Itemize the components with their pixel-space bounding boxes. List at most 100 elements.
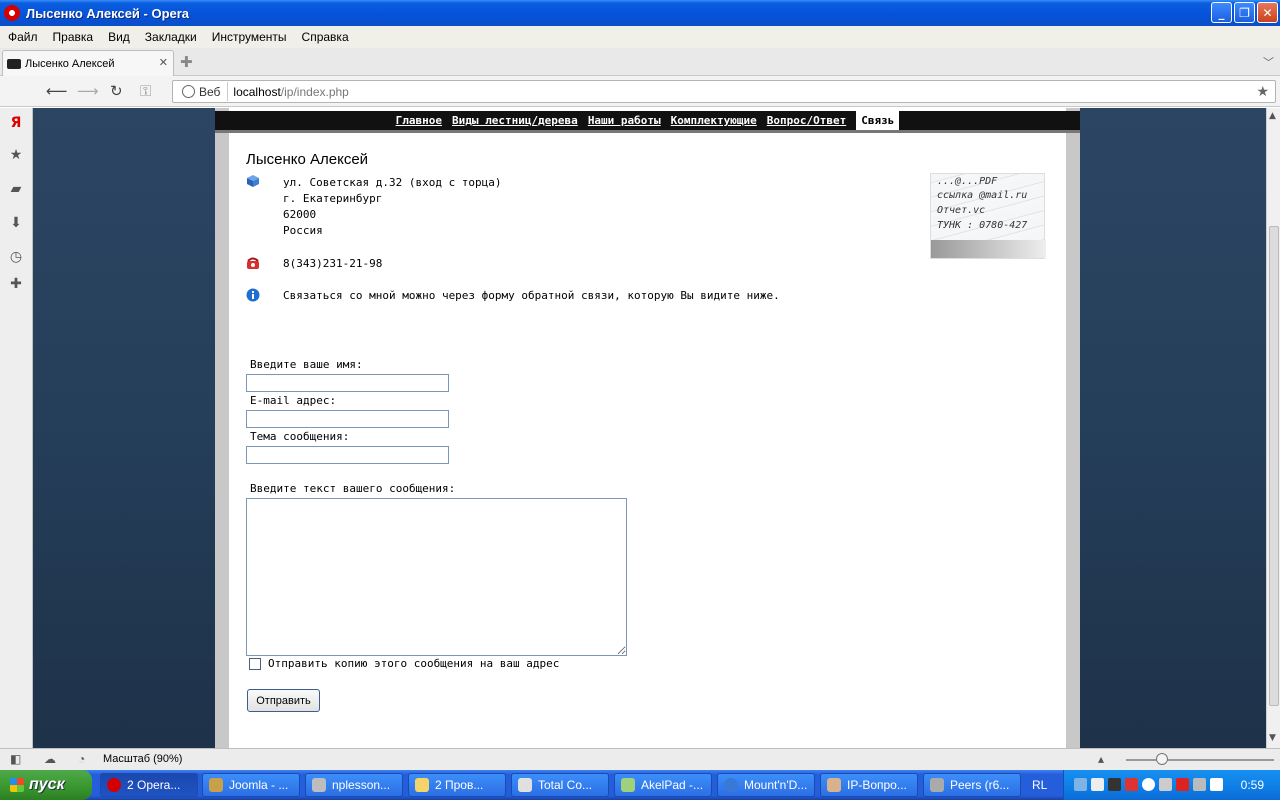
taskbar-button[interactable]: Joomla - ... [202, 773, 300, 797]
subject-label: Тема сообщения: [250, 430, 350, 443]
tray-icon[interactable] [1091, 778, 1104, 791]
taskbar-button[interactable]: nplesson... [305, 773, 403, 797]
taskbar-button[interactable]: Total Co... [511, 773, 609, 797]
close-button[interactable]: ✕ [1257, 2, 1278, 23]
address-toolbar: ⟵ ⟶ ↻ ⚿ Веб localhost /ip/index.php ★ [0, 76, 1280, 107]
contact-image-scribble: ...@...PDF [937, 176, 998, 187]
key-icon[interactable]: ⚿ [140, 82, 151, 100]
address-cube-icon [247, 175, 259, 187]
opera-unite-cloud-icon[interactable]: ☁ [44, 752, 56, 766]
zoom-slider-thumb[interactable] [1156, 753, 1168, 765]
email-input[interactable] [246, 410, 449, 428]
tab-close-icon[interactable]: ✕ [159, 56, 168, 69]
menu-help[interactable]: Справка [302, 30, 349, 44]
address-field[interactable]: Веб localhost /ip/index.php ★ [172, 80, 1276, 103]
address-line-country: Россия [283, 224, 323, 237]
task-label: AkelPad -... [641, 778, 704, 792]
tab-menu-chevron-down-icon[interactable]: ﹀ [1263, 54, 1274, 70]
nav-contact[interactable]: Связь [856, 111, 900, 130]
url-host: localhost [233, 84, 281, 99]
history-clock-icon[interactable]: ◷ [7, 248, 25, 266]
url-path: /ip/index.php [280, 84, 349, 99]
zoom-slider[interactable] [1126, 759, 1274, 761]
name-label: Введите ваше имя: [250, 358, 363, 371]
menu-view[interactable]: Вид [108, 30, 130, 44]
zoom-label[interactable]: Масштаб (90%) [103, 753, 182, 765]
task-label: IP-Вопро... [847, 778, 907, 792]
menu-edit[interactable]: Правка [53, 30, 94, 44]
taskbar-button[interactable]: 2 Пров... [408, 773, 506, 797]
menu-tools[interactable]: Инструменты [212, 30, 287, 44]
downloads-icon[interactable]: ⬇ [7, 214, 25, 232]
scroll-down-icon[interactable]: ▼ [1269, 733, 1276, 743]
tray-icon[interactable] [1074, 778, 1087, 791]
contact-name: Лысенко Алексей [246, 151, 369, 168]
app-icon [827, 778, 841, 792]
network-icon[interactable] [1210, 778, 1223, 791]
window-titlebar: Лысенко Алексей - Opera _ ❐ ✕ [0, 0, 1280, 26]
tray-icon[interactable] [1176, 778, 1189, 791]
taskbar-button[interactable]: Mount'n'D... [717, 773, 815, 797]
nav-stair-types[interactable]: Виды лестниц/дерева [452, 114, 578, 127]
subject-input[interactable] [246, 446, 449, 464]
nav-home[interactable]: Главное [396, 114, 442, 127]
web-mode-label[interactable]: Веб [199, 85, 220, 99]
bookmarks-star-icon[interactable]: ★ [7, 146, 25, 164]
language-indicator[interactable]: RL [1032, 778, 1047, 792]
reload-icon[interactable]: ↻ [110, 82, 123, 100]
taskbar-button[interactable]: AkelPad -... [614, 773, 712, 797]
tab-active[interactable]: Лысенко Алексей ✕ [2, 50, 174, 76]
tray-icon[interactable] [1108, 778, 1121, 791]
add-panel-icon[interactable]: ✚ [7, 275, 25, 293]
back-arrow-icon[interactable]: ⟵ [46, 82, 68, 100]
start-button[interactable]: пуск [0, 770, 92, 800]
vertical-scrollbar[interactable]: ▲ ▼ [1266, 108, 1280, 748]
taskbar-button[interactable]: IP-Вопро... [820, 773, 918, 797]
panel-toggle-icon[interactable]: ◧ [10, 752, 21, 766]
contact-info-text: Связаться со мной можно через форму обра… [283, 289, 780, 302]
contact-image-scribble: ссылка @mail.ru [937, 190, 1028, 201]
status-bar: ◧ ☁ ◔ Масштаб (90%) ▴ [0, 748, 1280, 770]
nav-components[interactable]: Комплектующие [671, 114, 757, 127]
nav-faq[interactable]: Вопрос/Ответ [767, 114, 846, 127]
tray-icon[interactable] [1159, 778, 1172, 791]
taskbar-button[interactable]: Peers (r6... [923, 773, 1021, 797]
page-viewport: Главное Виды лестниц/дерева Наши работы … [33, 108, 1266, 748]
task-label: Mount'n'D... [744, 778, 808, 792]
send-copy-checkbox[interactable] [249, 658, 261, 670]
opera-icon [107, 778, 121, 792]
bookmark-star-icon[interactable]: ★ [1256, 83, 1269, 100]
page-content: Главное Виды лестниц/дерева Наши работы … [215, 108, 1080, 748]
contact-image: ...@...PDF ссылка @mail.ru Отчет.vc ТУНК… [930, 173, 1046, 259]
new-tab-icon[interactable]: ✚ [180, 53, 193, 71]
restore-button[interactable]: ❐ [1234, 2, 1255, 23]
start-label: пуск [29, 776, 65, 793]
zoom-up-arrow-icon[interactable]: ▴ [1098, 752, 1104, 766]
globe-icon [182, 85, 195, 98]
site-nav: Главное Виды лестниц/дерева Наши работы … [215, 111, 1080, 133]
tray-icon[interactable] [1142, 778, 1155, 791]
scroll-up-icon[interactable]: ▲ [1269, 111, 1276, 121]
taskbar-button[interactable]: 2 Opera... [100, 773, 198, 797]
message-textarea[interactable] [246, 498, 627, 656]
forward-arrow-icon[interactable]: ⟶ [77, 82, 99, 100]
tab-title: Лысенко Алексей [25, 57, 115, 70]
address-line-street: ул. Советская д.32 (вход с торца) [283, 176, 502, 189]
turbo-icon[interactable]: ◔ [78, 752, 85, 766]
address-line-postcode: 62000 [283, 208, 317, 221]
yandex-icon[interactable]: Я [7, 114, 25, 132]
scrollbar-thumb[interactable] [1269, 226, 1279, 706]
notes-icon[interactable]: ▰ [7, 180, 25, 198]
send-button[interactable]: Отправить [247, 689, 320, 712]
volume-icon[interactable] [1193, 778, 1206, 791]
nav-our-works[interactable]: Наши работы [588, 114, 661, 127]
email-label: E-mail адрес: [250, 394, 337, 407]
minimize-button[interactable]: _ [1211, 2, 1232, 23]
name-input[interactable] [246, 374, 449, 392]
tray-icon[interactable] [1125, 778, 1138, 791]
task-label: 2 Пров... [435, 778, 484, 792]
site-favicon-icon [7, 58, 21, 69]
menu-file[interactable]: Файл [8, 30, 38, 44]
address-line-city: г. Екатеринбург [283, 192, 383, 205]
menu-bookmarks[interactable]: Закладки [145, 30, 197, 44]
